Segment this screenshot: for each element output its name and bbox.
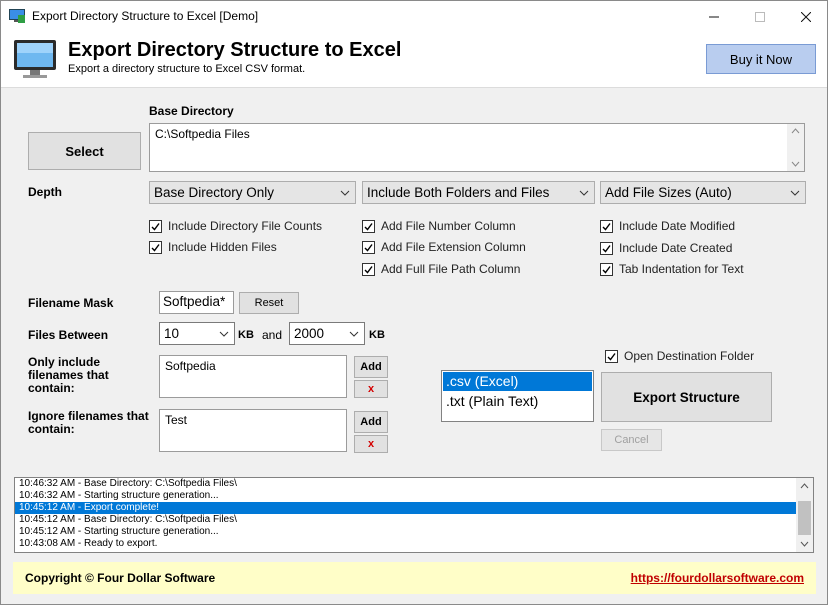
ignore-input[interactable]: Test	[159, 409, 347, 452]
checkbox-label: Add Full File Path Column	[381, 262, 521, 276]
reset-button[interactable]: Reset	[239, 292, 299, 314]
export-structure-button[interactable]: Export Structure	[601, 372, 772, 422]
tab-indentation-checkbox[interactable]: Tab Indentation for Text	[600, 262, 744, 276]
checkmark-icon	[600, 219, 613, 233]
checkmark-icon	[149, 219, 162, 233]
minimize-icon	[709, 16, 719, 17]
files-between-label: Files Between	[28, 328, 109, 342]
app-window: Export Directory Structure to Excel [Dem…	[0, 0, 828, 605]
log-row-selected[interactable]: 10:45:12 AM - Export complete!	[15, 502, 796, 514]
log-scrollbar[interactable]	[796, 478, 813, 552]
monitor-icon	[14, 40, 56, 78]
checkmark-icon	[362, 219, 375, 233]
ignore-label: Ignore filenames that contain:	[28, 409, 149, 436]
checkbox-label: Add File Number Column	[381, 219, 516, 233]
title-bar: Export Directory Structure to Excel [Dem…	[1, 1, 827, 32]
file-sizes-value: Add File Sizes (Auto)	[605, 185, 732, 200]
open-destination-folder-checkbox[interactable]: Open Destination Folder	[605, 349, 754, 363]
scroll-arrows-icon	[798, 483, 811, 547]
base-directory-label: Base Directory	[149, 104, 234, 118]
include-hidden-files-checkbox[interactable]: Include Hidden Files	[149, 240, 277, 254]
checkmark-icon	[605, 349, 618, 363]
header-title: Export Directory Structure to Excel	[68, 39, 402, 61]
max-size-value: 2000	[294, 326, 325, 341]
header-subtitle: Export a directory structure to Excel CS…	[68, 63, 306, 75]
ignore-add-button[interactable]: Add	[354, 411, 388, 433]
max-size-select[interactable]: 2000	[289, 322, 365, 345]
checkbox-label: Include Date Created	[619, 241, 733, 255]
log-row[interactable]: 10:46:32 AM - Base Directory: C:\Softped…	[15, 478, 813, 490]
depth-label: Depth	[28, 185, 62, 199]
min-size-unit: KB	[238, 329, 254, 341]
cancel-button[interactable]: Cancel	[601, 429, 662, 451]
only-include-add-button[interactable]: Add	[354, 356, 388, 378]
base-directory-value: C:\Softpedia Files	[155, 127, 250, 141]
checkmark-icon	[362, 262, 375, 276]
checkbox-label: Include Date Modified	[619, 219, 736, 233]
add-full-file-path-column-checkbox[interactable]: Add Full File Path Column	[362, 262, 520, 276]
depth-select[interactable]: Base Directory Only	[149, 181, 356, 204]
checkbox-label: Tab Indentation for Text	[619, 262, 744, 276]
min-size-select[interactable]: 10	[159, 322, 235, 345]
include-type-select[interactable]: Include Both Folders and Files	[362, 181, 595, 204]
checkmark-icon	[362, 240, 375, 254]
format-item-txt[interactable]: .txt (Plain Text)	[442, 392, 593, 411]
log-row[interactable]: 10:46:32 AM - Starting structure generat…	[15, 490, 813, 502]
chevron-down-icon	[790, 190, 800, 196]
checkbox-label: Add File Extension Column	[381, 240, 526, 254]
add-file-number-column-checkbox[interactable]: Add File Number Column	[362, 219, 516, 233]
select-button[interactable]: Select	[28, 132, 141, 170]
close-icon	[801, 11, 811, 22]
base-directory-input[interactable]: C:\Softpedia Files	[149, 123, 805, 172]
include-directory-file-counts-checkbox[interactable]: Include Directory File Counts	[149, 219, 322, 233]
app-icon	[9, 9, 25, 23]
include-type-value: Include Both Folders and Files	[367, 185, 550, 200]
include-date-created-checkbox[interactable]: Include Date Created	[600, 241, 732, 255]
depth-select-value: Base Directory Only	[154, 185, 275, 200]
checkmark-icon	[149, 240, 162, 254]
chevron-down-icon	[579, 190, 589, 196]
minimize-button[interactable]	[691, 1, 737, 32]
base-directory-scrollbar[interactable]	[787, 124, 804, 171]
min-size-value: 10	[164, 326, 180, 341]
checkmark-icon	[600, 262, 613, 276]
chevron-down-icon	[340, 190, 350, 196]
app-header: Export Directory Structure to Excel Expo…	[1, 32, 827, 88]
only-include-label: Only include filenames that contain:	[28, 355, 109, 395]
file-sizes-select[interactable]: Add File Sizes (Auto)	[600, 181, 806, 204]
log-listbox[interactable]: 10:46:32 AM - Base Directory: C:\Softped…	[14, 477, 814, 553]
buy-now-button[interactable]: Buy it Now	[706, 44, 816, 74]
log-row[interactable]: 10:45:12 AM - Base Directory: C:\Softped…	[15, 514, 813, 526]
footer-bar: Copyright © Four Dollar Software https:/…	[13, 562, 816, 594]
chevron-down-icon	[219, 331, 229, 337]
checkbox-label: Open Destination Folder	[624, 349, 755, 363]
and-label: and	[262, 328, 283, 342]
only-include-input[interactable]: Softpedia	[159, 355, 347, 398]
maximize-button[interactable]	[737, 1, 783, 32]
website-link[interactable]: https://fourdollarsoftware.com	[631, 571, 804, 585]
scroll-arrows-icon	[791, 128, 800, 167]
ignore-remove-button[interactable]: x	[354, 435, 388, 453]
filename-mask-input[interactable]: Softpedia*	[159, 291, 234, 314]
chevron-down-icon	[349, 331, 359, 337]
copyright-text: Copyright © Four Dollar Software	[25, 571, 216, 585]
log-row[interactable]: 10:45:12 AM - Starting structure generat…	[15, 526, 813, 538]
checkbox-label: Include Hidden Files	[168, 240, 277, 254]
format-listbox[interactable]: .csv (Excel) .txt (Plain Text)	[441, 370, 594, 422]
maximize-icon	[755, 11, 765, 22]
checkmark-icon	[600, 241, 613, 255]
checkbox-label: Include Directory File Counts	[168, 219, 323, 233]
include-date-modified-checkbox[interactable]: Include Date Modified	[600, 219, 735, 233]
max-size-unit: KB	[369, 329, 385, 341]
format-item-csv[interactable]: .csv (Excel)	[443, 372, 592, 391]
close-button[interactable]	[783, 1, 828, 32]
add-file-extension-column-checkbox[interactable]: Add File Extension Column	[362, 240, 526, 254]
filename-mask-label: Filename Mask	[28, 296, 114, 310]
only-include-remove-button[interactable]: x	[354, 380, 388, 398]
window-title: Export Directory Structure to Excel [Dem…	[32, 9, 259, 23]
log-row[interactable]: 10:43:08 AM - Ready to export.	[15, 538, 813, 550]
